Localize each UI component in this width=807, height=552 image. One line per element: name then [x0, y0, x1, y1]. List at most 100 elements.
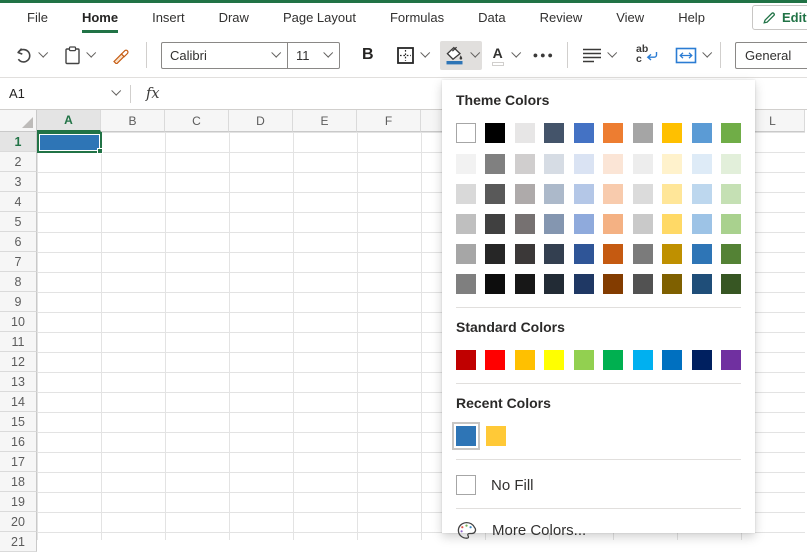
- color-swatch[interactable]: [721, 244, 741, 264]
- menu-tab-help[interactable]: Help: [661, 3, 722, 33]
- column-header-D[interactable]: D: [229, 110, 293, 132]
- color-swatch[interactable]: [721, 123, 741, 143]
- color-swatch[interactable]: [485, 244, 505, 264]
- color-swatch[interactable]: [662, 350, 682, 370]
- column-header-F[interactable]: F: [357, 110, 421, 132]
- color-swatch[interactable]: [515, 154, 535, 174]
- undo-button[interactable]: [10, 42, 50, 69]
- row-header-12[interactable]: 12: [0, 352, 37, 372]
- color-swatch[interactable]: [633, 214, 653, 234]
- color-swatch[interactable]: [633, 350, 653, 370]
- fill-color-button[interactable]: [440, 41, 482, 70]
- color-swatch[interactable]: [721, 274, 741, 294]
- editing-mode-button[interactable]: Editing: [752, 5, 807, 30]
- row-header-13[interactable]: 13: [0, 372, 37, 392]
- color-swatch[interactable]: [633, 274, 653, 294]
- menu-tab-data[interactable]: Data: [461, 3, 522, 33]
- merge-cells-button[interactable]: [671, 42, 714, 69]
- color-swatch[interactable]: [544, 350, 564, 370]
- color-swatch[interactable]: [515, 123, 535, 143]
- row-header-16[interactable]: 16: [0, 432, 37, 452]
- name-box[interactable]: A1: [0, 78, 128, 109]
- row-header-2[interactable]: 2: [0, 152, 37, 172]
- color-swatch[interactable]: [574, 214, 594, 234]
- color-swatch[interactable]: [633, 123, 653, 143]
- row-header-15[interactable]: 15: [0, 412, 37, 432]
- color-swatch[interactable]: [456, 123, 476, 143]
- color-swatch[interactable]: [456, 154, 476, 174]
- color-swatch[interactable]: [456, 350, 476, 370]
- color-swatch[interactable]: [692, 123, 712, 143]
- menu-tab-review[interactable]: Review: [523, 3, 600, 33]
- row-header-20[interactable]: 20: [0, 512, 37, 532]
- row-header-4[interactable]: 4: [0, 192, 37, 212]
- color-swatch[interactable]: [692, 350, 712, 370]
- selected-cell-a1[interactable]: [37, 132, 102, 153]
- format-painter-button[interactable]: [108, 41, 136, 69]
- menu-tab-view[interactable]: View: [599, 3, 661, 33]
- color-swatch[interactable]: [633, 244, 653, 264]
- color-swatch[interactable]: [544, 154, 564, 174]
- color-swatch[interactable]: [456, 214, 476, 234]
- menu-tab-file[interactable]: File: [10, 3, 65, 33]
- row-header-7[interactable]: 7: [0, 252, 37, 272]
- menu-tab-home[interactable]: Home: [65, 3, 135, 33]
- color-swatch[interactable]: [485, 154, 505, 174]
- paste-button[interactable]: [60, 41, 98, 70]
- color-swatch[interactable]: [544, 214, 564, 234]
- color-swatch[interactable]: [574, 123, 594, 143]
- borders-button[interactable]: [392, 41, 432, 70]
- row-header-14[interactable]: 14: [0, 392, 37, 412]
- row-header-18[interactable]: 18: [0, 472, 37, 492]
- color-swatch[interactable]: [456, 244, 476, 264]
- color-swatch[interactable]: [574, 184, 594, 204]
- column-header-A[interactable]: A: [37, 110, 101, 132]
- color-swatch[interactable]: [603, 350, 623, 370]
- color-swatch[interactable]: [662, 154, 682, 174]
- fill-handle[interactable]: [97, 148, 103, 154]
- color-swatch[interactable]: [485, 214, 505, 234]
- color-swatch[interactable]: [456, 426, 476, 446]
- color-swatch[interactable]: [485, 184, 505, 204]
- align-button[interactable]: [578, 43, 619, 68]
- row-header-21[interactable]: 21: [0, 532, 37, 552]
- font-name-select[interactable]: Calibri: [162, 43, 287, 68]
- color-swatch[interactable]: [574, 274, 594, 294]
- no-fill-option[interactable]: No Fill: [456, 471, 741, 499]
- menu-tab-draw[interactable]: Draw: [202, 3, 266, 33]
- color-swatch[interactable]: [662, 184, 682, 204]
- color-swatch[interactable]: [633, 154, 653, 174]
- color-swatch[interactable]: [662, 244, 682, 264]
- select-all-corner[interactable]: [0, 110, 37, 132]
- color-swatch[interactable]: [544, 123, 564, 143]
- color-swatch[interactable]: [544, 184, 564, 204]
- insert-function-button[interactable]: fx: [133, 86, 173, 102]
- color-swatch[interactable]: [515, 214, 535, 234]
- color-swatch[interactable]: [603, 244, 623, 264]
- color-swatch[interactable]: [662, 214, 682, 234]
- menu-tab-formulas[interactable]: Formulas: [373, 3, 461, 33]
- wrap-text-button[interactable]: ab c: [629, 38, 661, 72]
- column-header-E[interactable]: E: [293, 110, 357, 132]
- color-swatch[interactable]: [515, 184, 535, 204]
- color-swatch[interactable]: [485, 274, 505, 294]
- color-swatch[interactable]: [486, 426, 506, 446]
- color-swatch[interactable]: [544, 274, 564, 294]
- row-header-19[interactable]: 19: [0, 492, 37, 512]
- color-swatch[interactable]: [692, 274, 712, 294]
- color-swatch[interactable]: [633, 184, 653, 204]
- color-swatch[interactable]: [515, 244, 535, 264]
- row-header-6[interactable]: 6: [0, 232, 37, 252]
- color-swatch[interactable]: [574, 154, 594, 174]
- row-header-9[interactable]: 9: [0, 292, 37, 312]
- row-header-17[interactable]: 17: [0, 452, 37, 472]
- menu-tab-page-layout[interactable]: Page Layout: [266, 3, 373, 33]
- color-swatch[interactable]: [515, 274, 535, 294]
- color-swatch[interactable]: [692, 214, 712, 234]
- color-swatch[interactable]: [544, 244, 564, 264]
- color-swatch[interactable]: [603, 154, 623, 174]
- color-swatch[interactable]: [662, 274, 682, 294]
- color-swatch[interactable]: [603, 274, 623, 294]
- row-header-5[interactable]: 5: [0, 212, 37, 232]
- color-swatch[interactable]: [692, 154, 712, 174]
